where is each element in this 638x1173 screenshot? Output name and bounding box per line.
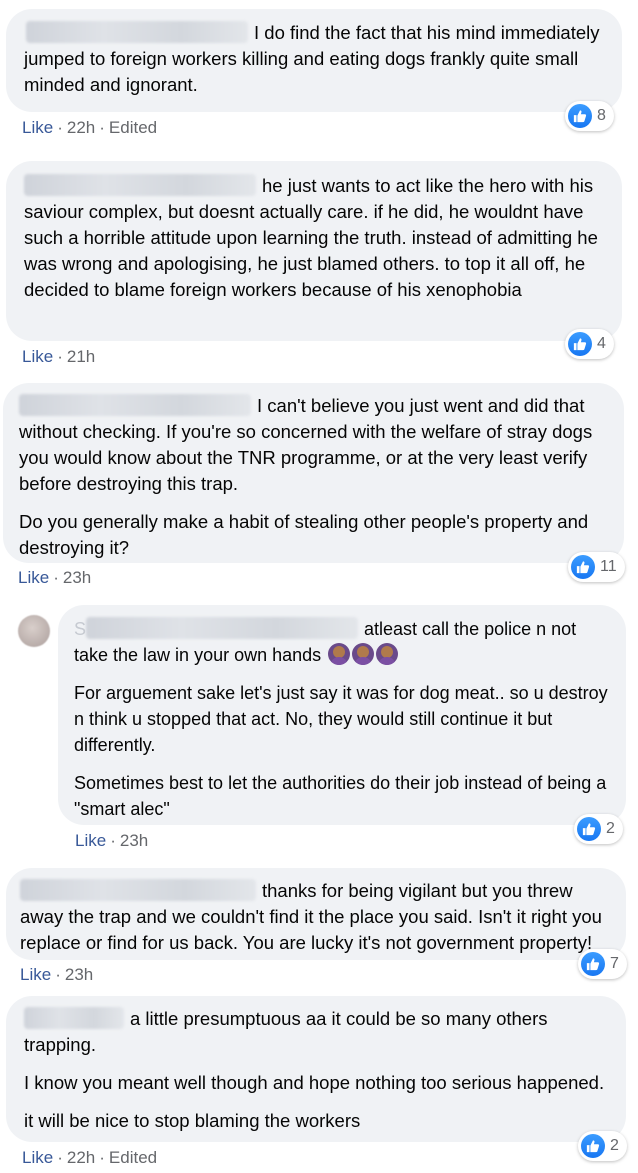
comment-text: For arguement sake let's just say it was… bbox=[74, 683, 608, 755]
timestamp[interactable]: 22h bbox=[67, 118, 95, 137]
commenter-name-redacted[interactable] bbox=[24, 1007, 124, 1029]
comment-bubble: thanks for being vigilant but you threw … bbox=[6, 868, 626, 960]
like-link[interactable]: Like bbox=[75, 831, 106, 850]
commenter-initial: S bbox=[74, 619, 87, 639]
commenter-name-redacted[interactable] bbox=[86, 617, 359, 639]
reaction-number: 8 bbox=[597, 107, 606, 124]
comment-bubble: a little presumptuous aa it could be so … bbox=[6, 996, 626, 1142]
like-link[interactable]: Like bbox=[22, 347, 53, 366]
woman-facepalming-emoji bbox=[328, 643, 351, 665]
reaction-count[interactable]: 11 bbox=[568, 552, 625, 582]
commenter-name-redacted[interactable] bbox=[20, 879, 256, 901]
thumbs-up-icon bbox=[568, 332, 592, 356]
commenter-name-redacted[interactable] bbox=[26, 21, 248, 43]
comment-meta: Like · 21h bbox=[22, 347, 96, 366]
woman-facepalming-emoji bbox=[376, 643, 399, 665]
like-link[interactable]: Like bbox=[22, 118, 53, 137]
comment-bubble: Satleast call the police n not take the … bbox=[58, 605, 626, 825]
avatar[interactable] bbox=[18, 615, 50, 647]
comment-meta: Like · 23h bbox=[20, 965, 94, 984]
edited-label: Edited bbox=[108, 118, 158, 137]
commenter-name-redacted[interactable] bbox=[19, 394, 251, 416]
like-link[interactable]: Like bbox=[22, 1148, 53, 1167]
thumbs-up-icon bbox=[577, 817, 601, 841]
timestamp[interactable]: 23h bbox=[120, 831, 148, 850]
timestamp[interactable]: 21h bbox=[67, 347, 95, 366]
comment-text: it will be nice to stop blaming the work… bbox=[24, 1110, 361, 1131]
reaction-count[interactable]: 8 bbox=[565, 101, 614, 131]
like-link[interactable]: Like bbox=[20, 965, 51, 984]
woman-facepalming-emoji bbox=[352, 643, 375, 665]
thumbs-up-icon bbox=[581, 1134, 605, 1158]
comment-bubble: I can't believe you just went and did th… bbox=[3, 383, 624, 563]
reaction-count[interactable]: 2 bbox=[574, 814, 623, 844]
timestamp[interactable]: 23h bbox=[65, 965, 93, 984]
comment-text: I know you meant well though and hope no… bbox=[24, 1072, 605, 1093]
comment-bubble: I do find the fact that his mind immedia… bbox=[6, 9, 622, 112]
comment-text: Sometimes best to let the authorities do… bbox=[74, 773, 607, 819]
comment-text: Do you generally make a habit of stealin… bbox=[19, 511, 589, 558]
comment-meta: Like · 22h · Edited bbox=[22, 118, 158, 137]
comment-meta: Like · 23h bbox=[75, 831, 149, 850]
comment-meta: Like · 23h bbox=[18, 568, 92, 587]
reaction-count[interactable]: 2 bbox=[578, 1131, 627, 1161]
reaction-count[interactable]: 4 bbox=[565, 329, 614, 359]
edited-label: Edited bbox=[108, 1148, 158, 1167]
timestamp[interactable]: 22h bbox=[67, 1148, 95, 1167]
thumbs-up-icon bbox=[581, 952, 605, 976]
timestamp[interactable]: 23h bbox=[63, 568, 91, 587]
commenter-name-redacted[interactable] bbox=[24, 174, 256, 196]
reaction-number: 11 bbox=[600, 558, 617, 575]
reaction-number: 2 bbox=[606, 820, 615, 837]
reaction-number: 7 bbox=[610, 955, 619, 972]
comment-meta: Like · 22h · Edited bbox=[22, 1148, 158, 1167]
comment-bubble: he just wants to act like the hero with … bbox=[6, 161, 622, 341]
thumbs-up-icon bbox=[568, 104, 592, 128]
reaction-number: 4 bbox=[597, 335, 606, 352]
like-link[interactable]: Like bbox=[18, 568, 49, 587]
thumbs-up-icon bbox=[571, 555, 595, 579]
reaction-count[interactable]: 7 bbox=[578, 949, 627, 979]
reaction-number: 2 bbox=[610, 1137, 619, 1154]
